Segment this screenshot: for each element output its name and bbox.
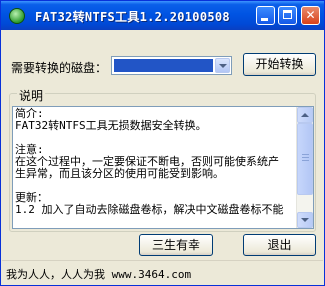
scroll-down-icon[interactable] bbox=[297, 212, 313, 228]
status-divider bbox=[2, 260, 323, 261]
scroll-thumb[interactable] bbox=[297, 123, 313, 195]
app-window: FAT32转NTFS工具1.2.20100508 ✕ 需要转换的磁盘： 开始转换… bbox=[0, 0, 325, 286]
title-bar[interactable]: FAT32转NTFS工具1.2.20100508 ✕ bbox=[1, 1, 324, 30]
status-text: 我为人人，人人为我 www.3464.com bbox=[6, 268, 192, 281]
sansheng-button[interactable]: 三生有幸 bbox=[139, 234, 213, 256]
disk-select[interactable] bbox=[111, 56, 232, 75]
description-group: 简介: FAT32转NTFS工具无损数据安全转换。 注意: 在这个过程中，一定要… bbox=[9, 93, 316, 232]
minimize-icon bbox=[261, 18, 268, 21]
vertical-scrollbar[interactable] bbox=[296, 107, 313, 228]
maximize-icon bbox=[283, 10, 292, 19]
description-group-title: 说明 bbox=[17, 87, 46, 104]
close-button[interactable]: ✕ bbox=[301, 6, 320, 25]
minimize-button[interactable] bbox=[256, 6, 275, 25]
disk-label: 需要转换的磁盘： bbox=[11, 61, 108, 75]
start-convert-button[interactable]: 开始转换 bbox=[243, 53, 316, 76]
description-memo[interactable]: 简介: FAT32转NTFS工具无损数据安全转换。 注意: 在这个过程中，一定要… bbox=[12, 106, 314, 229]
chevron-down-icon[interactable] bbox=[215, 58, 230, 73]
exit-button[interactable]: 退出 bbox=[243, 234, 316, 256]
window-title: FAT32转NTFS工具1.2.20100508 bbox=[35, 10, 230, 24]
app-icon bbox=[9, 8, 25, 24]
maximize-button[interactable] bbox=[278, 6, 297, 25]
disk-select-value bbox=[114, 59, 213, 72]
scroll-up-icon[interactable] bbox=[297, 107, 313, 123]
description-text: 简介: FAT32转NTFS工具无损数据安全转换。 注意: 在这个过程中，一定要… bbox=[15, 107, 284, 216]
close-icon: ✕ bbox=[305, 8, 316, 22]
